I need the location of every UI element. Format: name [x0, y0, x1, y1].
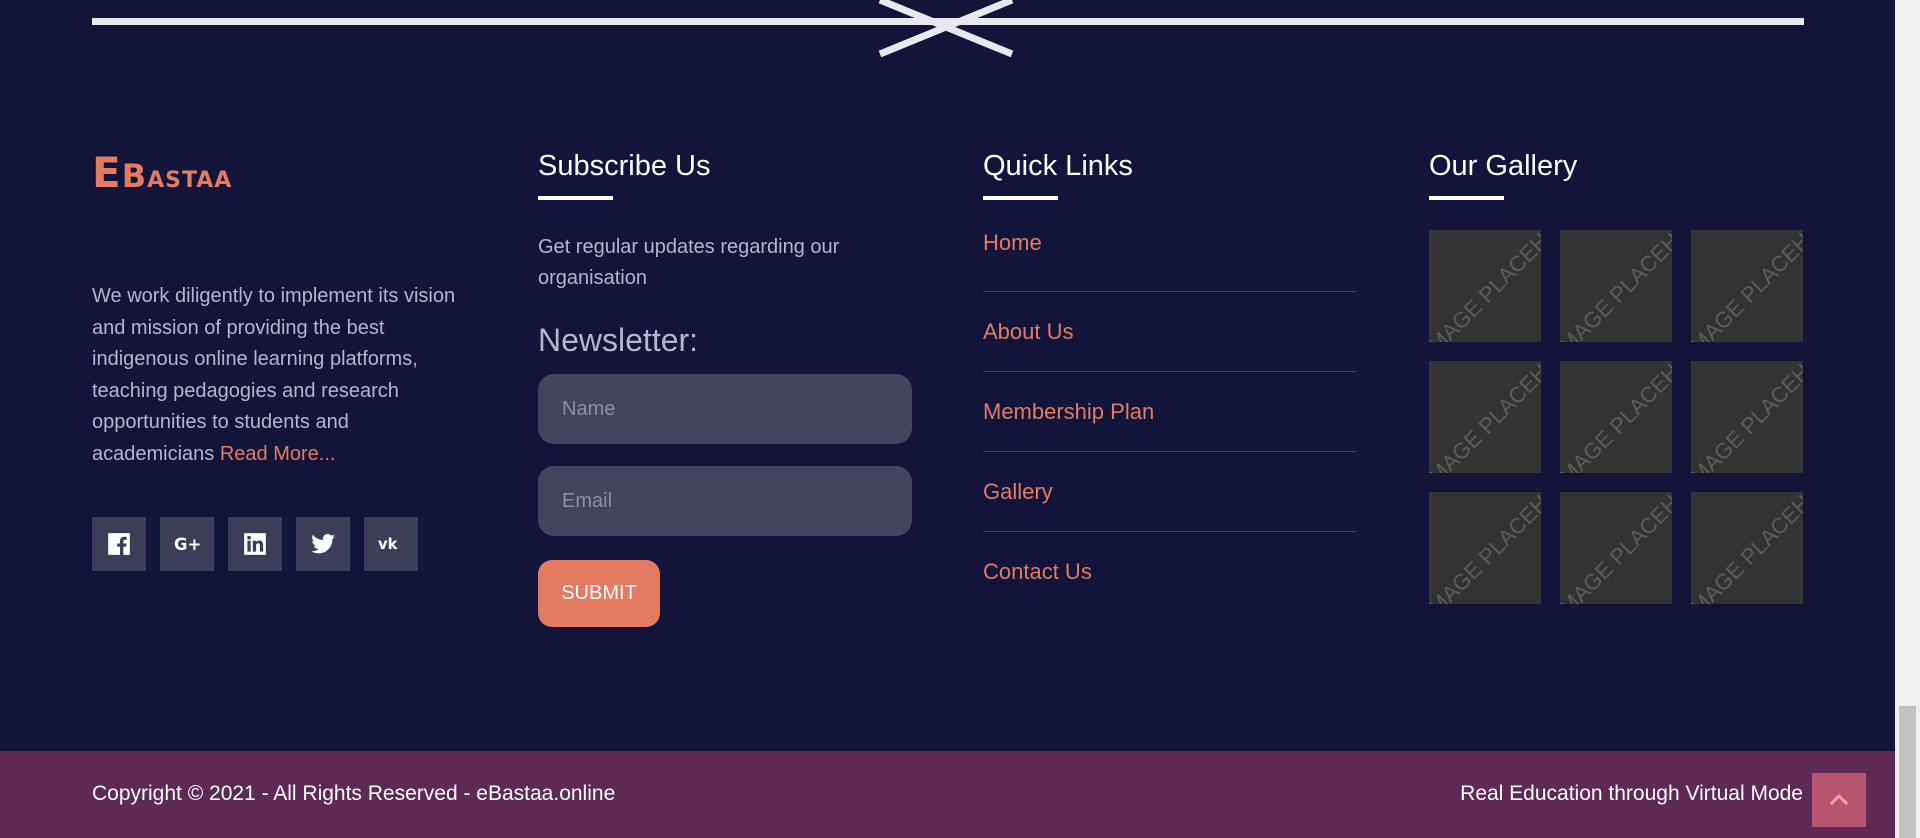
gallery-thumbnail[interactable]: IMAGE PLACEHOLDER	[1560, 492, 1672, 604]
facebook-icon	[108, 533, 130, 555]
title-underline	[538, 196, 613, 200]
list-item: Contact Us	[983, 532, 1357, 612]
scrollbar-thumb[interactable]	[1899, 706, 1916, 838]
gallery-thumbnail[interactable]: IMAGE PLACEHOLDER	[1429, 492, 1541, 604]
list-item: Gallery	[983, 452, 1357, 532]
gallery-column: Our Gallery IMAGE PLACEHOLDER IMAGE PLAC…	[1429, 148, 1803, 604]
twitter-icon	[311, 534, 335, 554]
footer-section: EBastaa We work diligently to implement …	[0, 0, 1895, 838]
vk-icon: vk	[378, 536, 399, 553]
list-item: Membership Plan	[983, 372, 1357, 452]
quick-links-title: Quick Links	[983, 150, 1133, 182]
svg-text:G+: G+	[174, 535, 200, 554]
link-contact-us[interactable]: Contact Us	[983, 559, 1092, 585]
placeholder-text: IMAGE PLACEHOLDER	[1691, 361, 1803, 473]
placeholder-text: IMAGE PLACEHOLDER	[1560, 361, 1672, 473]
logo-rest: Bastaa	[121, 157, 233, 195]
gallery-thumbnail[interactable]: IMAGE PLACEHOLDER	[1429, 230, 1541, 342]
link-membership-plan[interactable]: Membership Plan	[983, 399, 1154, 425]
linkedin-button[interactable]	[228, 517, 282, 571]
gallery-thumbnail[interactable]: IMAGE PLACEHOLDER	[1691, 230, 1803, 342]
subscribe-description: Get regular updates regarding our organi…	[538, 236, 840, 289]
twitter-button[interactable]	[296, 517, 350, 571]
gallery-thumbnail[interactable]: IMAGE PLACEHOLDER	[1560, 361, 1672, 473]
link-home[interactable]: Home	[983, 230, 1042, 256]
subscribe-column: Subscribe Us Get regular updates regardi…	[538, 148, 912, 627]
quick-links-column: Quick Links Home About Us Membership Pla…	[983, 148, 1357, 612]
placeholder-text: IMAGE PLACEHOLDER	[1429, 230, 1541, 342]
google-plus-icon: G+	[174, 535, 200, 554]
link-gallery[interactable]: Gallery	[983, 479, 1053, 505]
read-more-link[interactable]: Read More...	[220, 443, 336, 465]
back-to-top-button[interactable]	[1812, 773, 1866, 827]
placeholder-text: IMAGE PLACEHOLDER	[1429, 492, 1541, 604]
gallery-thumbnail[interactable]: IMAGE PLACEHOLDER	[1691, 361, 1803, 473]
vk-button[interactable]: vk	[364, 517, 418, 571]
google-plus-button[interactable]: G+	[160, 517, 214, 571]
placeholder-text: IMAGE PLACEHOLDER	[1560, 492, 1672, 604]
placeholder-text: IMAGE PLACEHOLDER	[1691, 492, 1803, 604]
list-item: Home	[983, 230, 1357, 292]
tagline-text: Real Education through Virtual Mode	[1460, 782, 1803, 805]
divider-cross-icon	[878, 0, 1014, 58]
newsletter-label: Newsletter:	[538, 322, 699, 358]
chevron-up-icon	[1829, 793, 1849, 806]
submit-button[interactable]: SUBMIT	[538, 560, 660, 627]
subscribe-title: Subscribe Us	[538, 150, 711, 182]
quick-links-list: Home About Us Membership Plan Gallery Co…	[983, 230, 1357, 612]
copyright-bar: Copyright © 2021 - All Rights Reserved -…	[0, 751, 1895, 838]
placeholder-text: IMAGE PLACEHOLDER	[1429, 361, 1541, 473]
title-underline	[983, 196, 1058, 200]
about-text: We work diligently to implement its visi…	[92, 281, 472, 470]
facebook-button[interactable]	[92, 517, 146, 571]
page-scrollbar[interactable]	[1895, 0, 1920, 838]
gallery-title: Our Gallery	[1429, 150, 1578, 182]
gallery-thumbnail[interactable]: IMAGE PLACEHOLDER	[1429, 361, 1541, 473]
gallery-grid: IMAGE PLACEHOLDER IMAGE PLACEHOLDER IMAG…	[1429, 230, 1803, 604]
svg-text:vk: vk	[378, 536, 399, 553]
placeholder-text: IMAGE PLACEHOLDER	[1691, 230, 1803, 342]
name-input[interactable]	[538, 374, 912, 444]
link-about-us[interactable]: About Us	[983, 319, 1074, 345]
social-links: G+ vk	[92, 517, 418, 571]
linkedin-icon	[244, 533, 266, 555]
copyright-text: Copyright © 2021 - All Rights Reserved -…	[92, 782, 616, 805]
logo-letter: E	[92, 148, 122, 197]
site-logo[interactable]: EBastaa	[92, 148, 472, 201]
gallery-thumbnail[interactable]: IMAGE PLACEHOLDER	[1691, 492, 1803, 604]
list-item: About Us	[983, 292, 1357, 372]
brand-column: EBastaa We work diligently to implement …	[92, 148, 472, 571]
gallery-thumbnail[interactable]: IMAGE PLACEHOLDER	[1560, 230, 1672, 342]
about-body: We work diligently to implement its visi…	[92, 285, 456, 465]
email-input[interactable]	[538, 466, 912, 536]
placeholder-text: IMAGE PLACEHOLDER	[1560, 230, 1672, 342]
title-underline	[1429, 196, 1504, 200]
